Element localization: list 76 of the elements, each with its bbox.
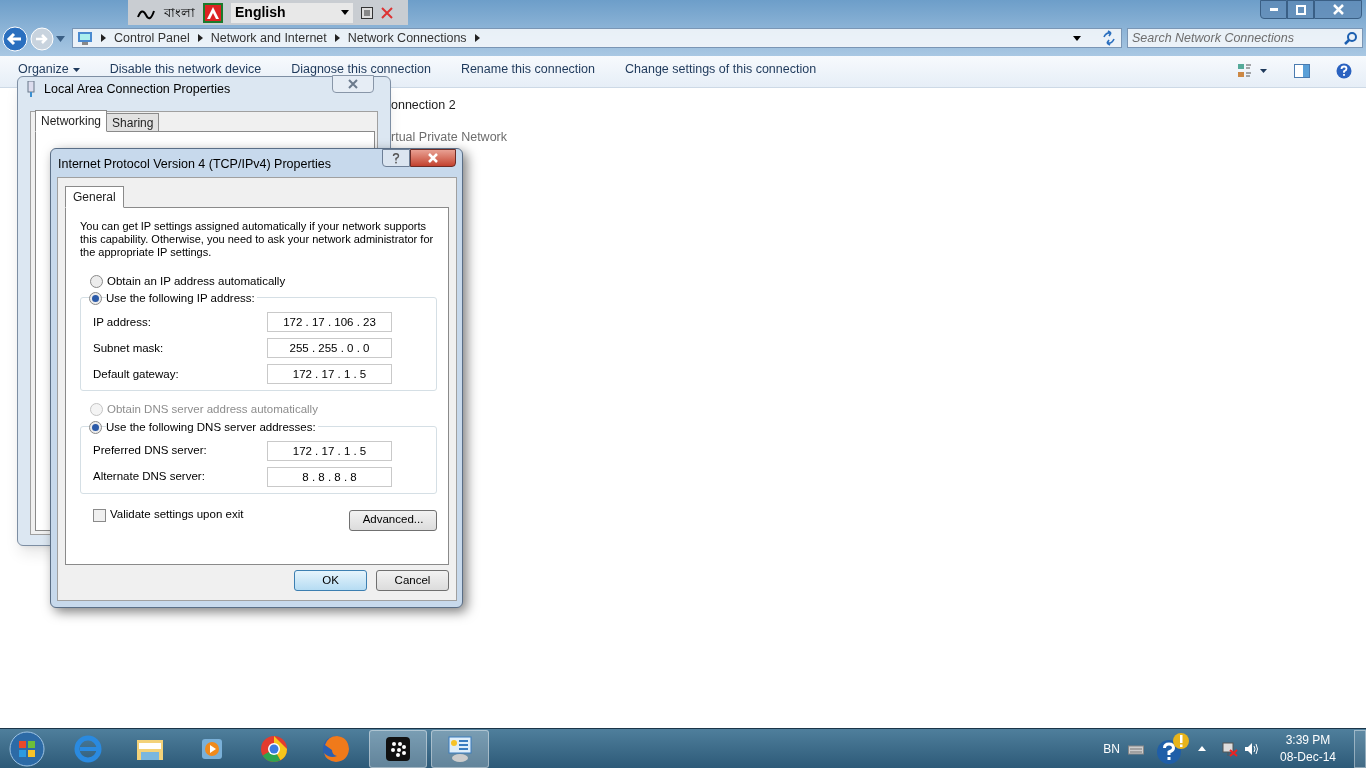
help-icon: [392, 152, 400, 164]
dropdown-arrow-icon[interactable]: [1073, 35, 1081, 41]
close-button[interactable]: [410, 149, 456, 167]
show-desktop-button[interactable]: [1354, 729, 1366, 768]
dialog-button[interactable]: Cancel: [376, 570, 449, 591]
field-label: Alternate DNS server:: [93, 468, 205, 484]
radio-button[interactable]: [89, 292, 102, 306]
connection-type: rtual Private Network: [391, 129, 507, 146]
radio-button[interactable]: [90, 275, 103, 289]
toolbar-button[interactable]: Organize: [18, 60, 80, 79]
ip-address-field[interactable]: 172 . 17 . 1 . 5: [267, 364, 392, 385]
field-label: Preferred DNS server:: [93, 442, 207, 458]
close-button[interactable]: [1314, 0, 1362, 19]
breadcrumb-link[interactable]: Network Connections: [347, 28, 467, 48]
advanced-button[interactable]: Advanced...: [349, 509, 437, 531]
field-label: IP address:: [93, 314, 151, 330]
taskbar-button[interactable]: [369, 729, 427, 768]
ip-address-field[interactable]: 255 . 255 . 0 . 0: [267, 338, 392, 359]
volume-icon[interactable]: [1243, 741, 1260, 756]
app-icon: [203, 2, 223, 23]
field-label: Default gateway:: [93, 366, 179, 382]
help-icon[interactable]: [1336, 63, 1352, 79]
script-name: বাংলা: [164, 3, 195, 22]
history-dropdown-icon[interactable]: [56, 36, 65, 42]
connection-name[interactable]: onnection 2: [391, 96, 456, 115]
language-indicator[interactable]: BN: [1103, 739, 1120, 758]
dialog-title: Internet Protocol Version 4 (TCP/IPv4) Properties: [58, 156, 332, 173]
dialog-button[interactable]: OK: [294, 570, 367, 591]
restore-button[interactable]: [1287, 0, 1314, 19]
preview-pane-icon[interactable]: [1294, 64, 1310, 78]
minimize-icon: [1269, 8, 1278, 11]
language-dropdown[interactable]: English: [231, 2, 353, 23]
ip-address-field[interactable]: 8 . 8 . 8 . 8: [267, 466, 392, 487]
ip-address-field[interactable]: 172 . 17 . 1 . 5: [267, 440, 392, 461]
breadcrumb-arrow-icon: [101, 34, 106, 42]
address-bar[interactable]: Control Panel Network and Internet Network Connections: [72, 28, 1122, 48]
checkbox-label: Validate settings upon exit: [110, 507, 244, 523]
breadcrumb-arrow-icon: [474, 34, 480, 42]
minimize-button[interactable]: [1260, 0, 1287, 19]
control-panel-icon: [77, 30, 93, 46]
close-icon: [1332, 4, 1344, 15]
caret-icon: [72, 67, 80, 72]
clock-time[interactable]: 3:39 PM: [1285, 731, 1331, 749]
view-options-icon[interactable]: [1238, 63, 1268, 79]
close-icon: [347, 79, 359, 89]
intro-text: You can get IP settings assigned automatically if your network supports this capability. Otherwise, you need to ask your network administrator for the appropriate IP settings.: [80, 220, 435, 259]
toolbar-button[interactable]: Diagnose this connection: [291, 60, 431, 79]
clock-date[interactable]: 08-Dec-14: [1279, 748, 1336, 766]
toolbar-button[interactable]: Disable this network device: [109, 60, 262, 79]
radio-button[interactable]: [89, 420, 102, 434]
network-disconnected-icon[interactable]: [1221, 740, 1238, 757]
close-icon: [427, 153, 439, 163]
back-button-icon[interactable]: [2, 26, 28, 52]
toolbar-button[interactable]: Change settings of this connection: [625, 60, 817, 79]
search-icon: [1344, 31, 1358, 45]
start-button-icon[interactable]: [9, 730, 45, 767]
checkbox[interactable]: [93, 508, 106, 522]
toolbar-button[interactable]: Rename this connection: [460, 60, 595, 79]
minimize-bar-icon: [361, 6, 373, 19]
network-adapter-icon: [26, 81, 36, 97]
ip-address-field[interactable]: 172 . 17 . 106 . 23: [267, 312, 392, 333]
refresh-icon[interactable]: [1101, 30, 1117, 46]
help-button[interactable]: [382, 149, 410, 167]
dropdown-arrow-icon: [341, 10, 349, 15]
breadcrumb-link[interactable]: Control Panel: [114, 28, 190, 48]
breadcrumb-link[interactable]: Network and Internet: [210, 28, 327, 48]
field-label: Subnet mask:: [93, 340, 164, 356]
breadcrumb-arrow-icon: [334, 34, 340, 42]
restore-icon: [1295, 4, 1306, 15]
tab[interactable]: Networking: [35, 110, 108, 132]
dialog-title: Local Area Connection Properties: [44, 80, 231, 98]
show-hidden-icons-icon[interactable]: [1197, 746, 1206, 751]
close-icon[interactable]: [381, 6, 393, 19]
tab[interactable]: General: [65, 186, 124, 208]
keyboard-icon[interactable]: [1127, 742, 1144, 755]
breadcrumb-arrow-icon: [197, 34, 203, 42]
